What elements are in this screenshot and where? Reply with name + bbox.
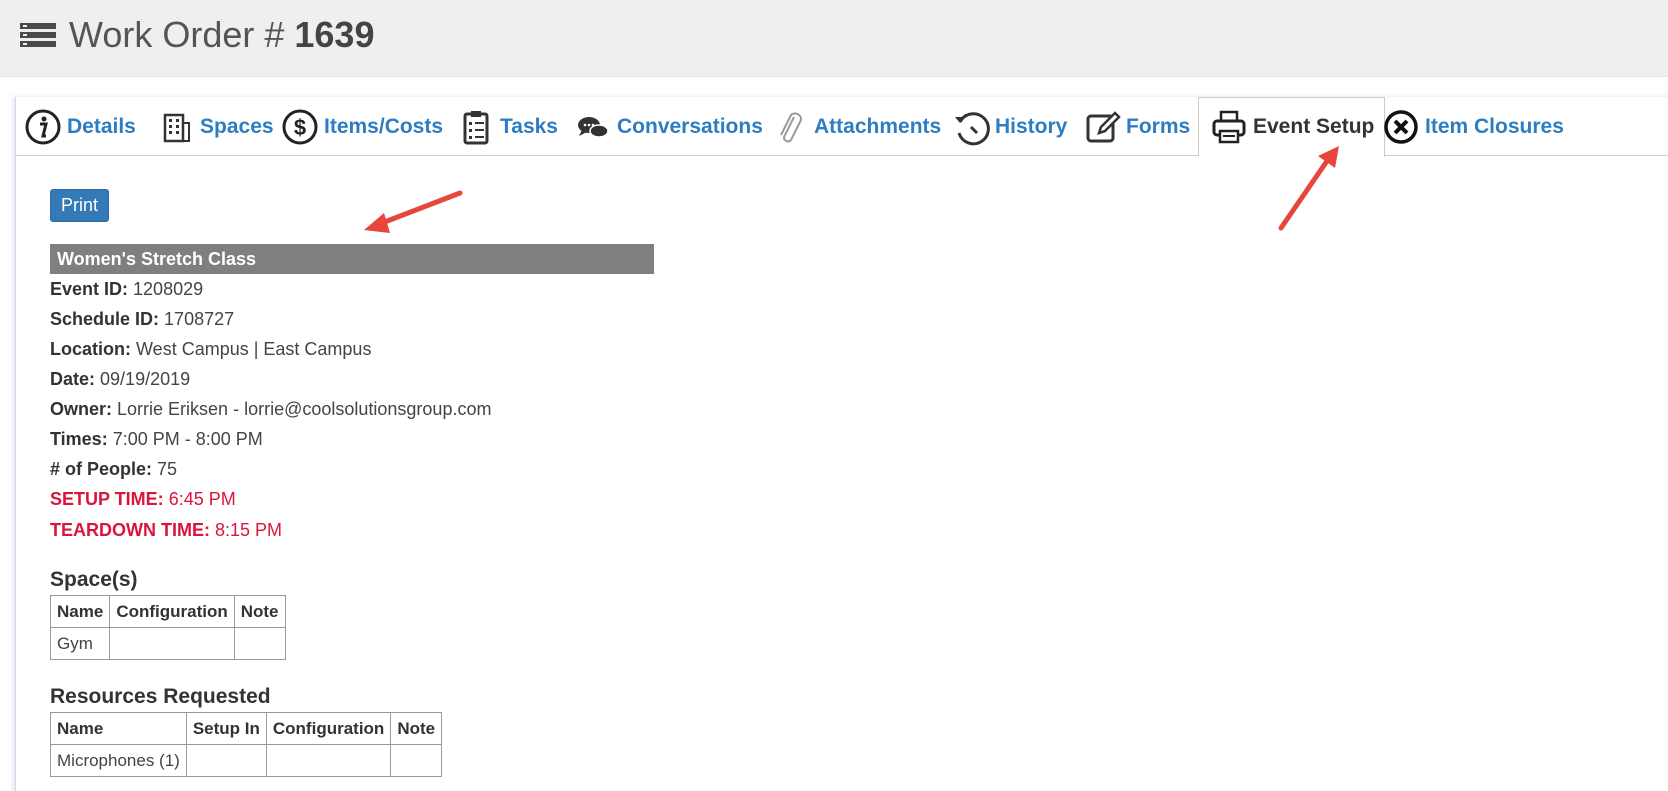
close-circle-icon	[1381, 107, 1421, 147]
table-header-row: Name Setup In Configuration Note	[50, 712, 443, 745]
tab-tasks[interactable]: Tasks	[456, 97, 558, 156]
people-count-field: # of People: 75	[50, 459, 178, 479]
event-name-header: Women's Stretch Class	[50, 244, 654, 274]
schedule-id-field: Schedule ID: 1708727	[50, 309, 235, 329]
chat-icon	[573, 107, 613, 147]
tab-details[interactable]: Details	[23, 97, 136, 156]
page-title: Work Order # 1639	[69, 14, 375, 55]
table-row: Gym	[49, 627, 286, 660]
tab-items-costs[interactable]: $ Items/Costs	[280, 97, 443, 156]
event-id-field: Event ID: 1208029	[50, 279, 204, 299]
table-cell	[265, 744, 392, 777]
column-header: Note	[390, 712, 443, 745]
resources-table: Name Setup In Configuration Note Microph…	[50, 712, 443, 777]
teardown-time-field: TEARDOWN TIME: 8:15 PM	[50, 520, 283, 540]
list-icon	[20, 23, 56, 47]
spaces-table: Name Configuration Note Gym	[49, 595, 286, 660]
table-cell	[233, 627, 286, 660]
tab-attachments[interactable]: Attachments	[770, 97, 941, 156]
table-cell	[109, 627, 235, 660]
column-header: Setup In	[185, 712, 267, 745]
paperclip-icon	[770, 107, 810, 147]
tab-bar: Details Spaces $ Items/Costs Tasks Conve…	[15, 97, 1668, 157]
tab-item-closures[interactable]: Item Closures	[1381, 97, 1564, 156]
history-icon	[951, 107, 991, 147]
tab-forms[interactable]: Forms	[1082, 97, 1190, 156]
column-header: Note	[233, 595, 286, 628]
resources-section-title: Resources Requested	[50, 685, 271, 708]
table-cell: Gym	[49, 627, 111, 660]
tab-history[interactable]: History	[951, 97, 1067, 156]
edit-icon	[1082, 107, 1122, 147]
column-header: Configuration	[109, 595, 235, 628]
date-field: Date: 09/19/2019	[50, 369, 191, 389]
table-header-row: Name Configuration Note	[49, 595, 286, 628]
svg-text:$: $	[294, 115, 306, 140]
clipboard-icon	[456, 107, 496, 147]
location-field: Location: West Campus | East Campus	[50, 339, 372, 359]
table-cell	[390, 744, 443, 777]
print-button[interactable]: Print	[50, 189, 109, 222]
table-cell	[185, 744, 267, 777]
setup-time-field: SETUP TIME: 6:45 PM	[50, 489, 236, 509]
column-header: Configuration	[265, 712, 392, 745]
building-icon	[156, 107, 196, 147]
tab-event-setup[interactable]: Event Setup	[1198, 97, 1386, 157]
top-header-bar: Work Order # 1639	[0, 0, 1668, 77]
tab-conversations[interactable]: Conversations	[573, 97, 763, 156]
table-row: Microphones (1)	[50, 744, 443, 777]
column-header: Name	[50, 712, 187, 745]
spaces-section-title: Space(s)	[50, 568, 138, 591]
table-cell: Microphones (1)	[50, 744, 187, 777]
tab-spaces[interactable]: Spaces	[156, 97, 274, 156]
dollar-icon: $	[280, 107, 320, 147]
times-field: Times: 7:00 PM - 8:00 PM	[50, 429, 263, 449]
column-header: Name	[49, 595, 111, 628]
printer-icon	[1209, 107, 1249, 147]
owner-field: Owner: Lorrie Eriksen - lorrie@coolsolut…	[50, 399, 492, 419]
work-order-number: 1639	[294, 14, 375, 55]
info-icon	[23, 107, 63, 147]
